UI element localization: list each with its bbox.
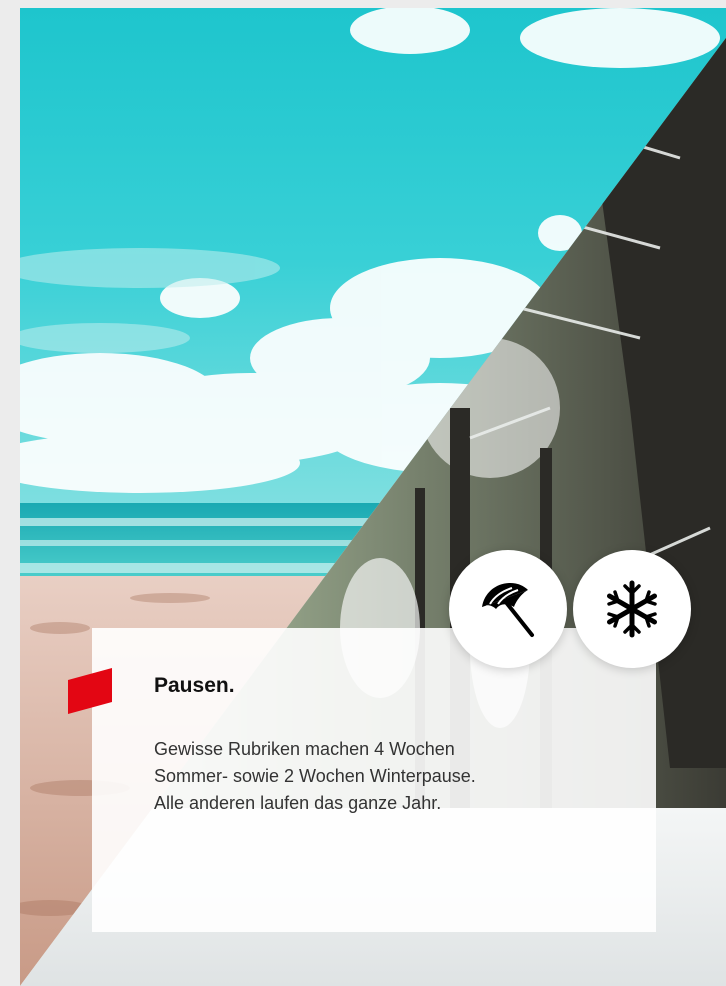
- card-body: Gewisse Rubriken machen 4 Wochen Sommer-…: [154, 736, 624, 817]
- card-body-line: Sommer- sowie 2 Wochen Winterpause.: [154, 766, 476, 786]
- card-body-line: Gewisse Rubriken machen 4 Wochen: [154, 739, 455, 759]
- snowflake-icon: [607, 580, 657, 638]
- card-body-line: Alle anderen laufen das ganze Jahr.: [154, 793, 442, 813]
- card-title: Pausen.: [154, 674, 235, 697]
- winter-badge: [573, 550, 691, 668]
- red-accent-flag: [68, 668, 112, 714]
- summer-badge: [449, 550, 567, 668]
- beach-umbrella-icon: [482, 583, 534, 637]
